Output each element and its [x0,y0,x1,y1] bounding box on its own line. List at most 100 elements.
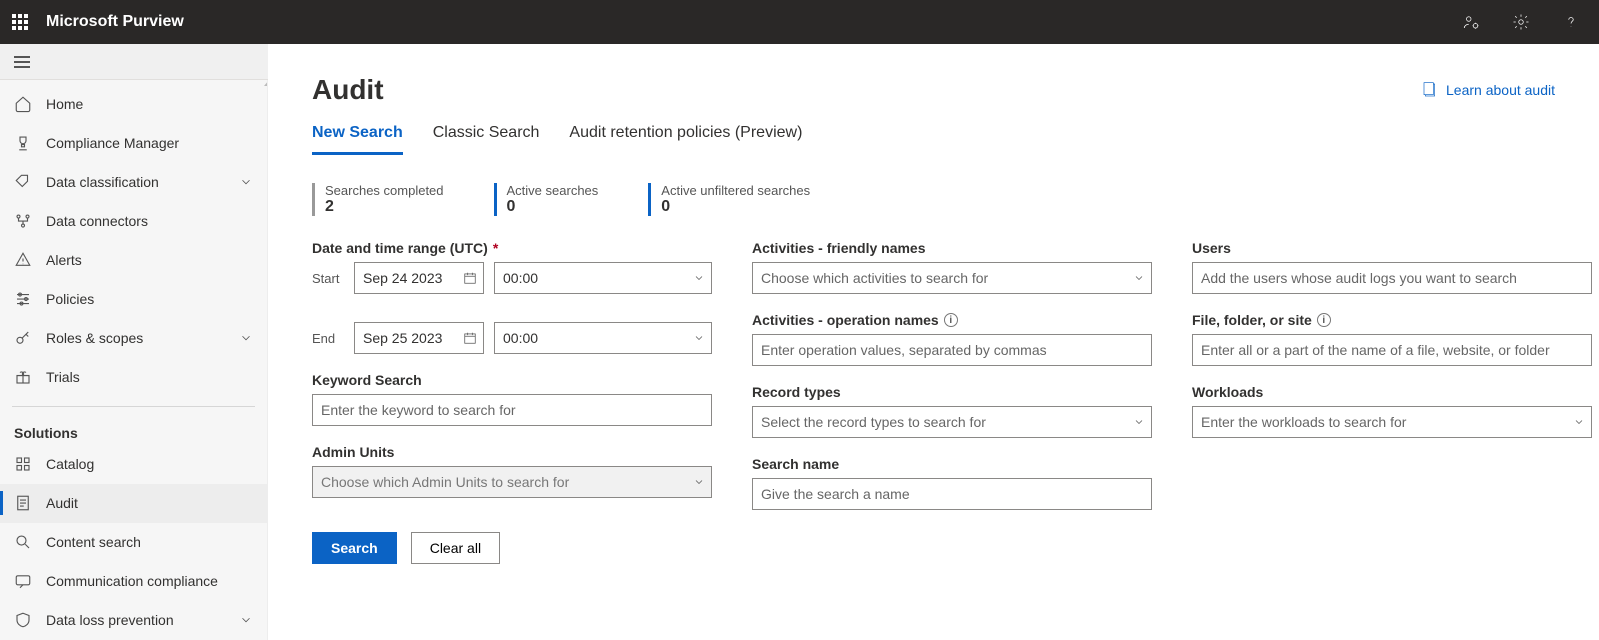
tag-icon [14,173,32,191]
tab-new-search[interactable]: New Search [312,124,403,155]
tab-audit-retention-policies[interactable]: Audit retention policies (Preview) [569,124,802,155]
home-icon [14,95,32,113]
stat-active-unfiltered-searches: Active unfiltered searches 0 [648,183,810,216]
search-button[interactable]: Search [312,532,397,564]
chevron-down-icon [239,331,253,345]
tabs: New Search Classic Search Audit retentio… [312,124,1555,155]
app-launcher-icon[interactable] [12,14,28,30]
grid-icon [14,455,32,473]
stat-value: 0 [507,198,599,216]
stat-label: Active unfiltered searches [661,183,810,198]
sliders-icon [14,290,32,308]
activities-ops-input[interactable] [752,334,1152,366]
sidebar-item-label: Home [46,96,253,112]
chevron-down-icon [1133,416,1145,428]
stat-value: 2 [325,198,444,216]
sidebar-item-audit[interactable]: Audit [0,484,267,523]
document-link-icon [1422,82,1438,98]
start-time-select[interactable]: 00:00 [494,262,712,294]
connectors-icon [14,212,32,230]
sidebar-item-label: Catalog [46,456,253,472]
topbar: Microsoft Purview [0,0,1599,44]
sidebar-item-label: Roles & scopes [46,330,225,346]
sidebar-item-alerts[interactable]: Alerts [0,240,267,279]
sidebar-hamburger-row [0,44,268,80]
learn-about-audit-link[interactable]: Learn about audit [1422,82,1555,98]
keyword-label: Keyword Search [312,372,712,388]
hamburger-icon[interactable] [14,56,30,68]
alert-icon [14,251,32,269]
chevron-down-icon [1133,272,1145,284]
keyword-input[interactable] [312,394,712,426]
learn-link-label: Learn about audit [1446,82,1555,98]
sidebar-item-label: Policies [46,291,253,307]
main-content: Audit Learn about audit New Search Class… [268,44,1599,640]
sidebar-item-data-classification[interactable]: Data classification [0,162,267,201]
admin-units-label: Admin Units [312,444,712,460]
sidebar-item-label: Content search [46,534,253,550]
date-range-label: Date and time range (UTC)* [312,240,712,256]
sidebar-item-label: Alerts [46,252,253,268]
help-icon[interactable] [1555,6,1587,38]
stat-value: 0 [661,198,810,216]
sidebar-item-catalog[interactable]: Catalog [0,445,267,484]
activities-ops-label: Activities - operation names i [752,312,1152,328]
workloads-select[interactable]: Enter the workloads to search for [1192,406,1592,438]
chevron-down-icon [693,272,705,284]
sidebar-item-data-connectors[interactable]: Data connectors [0,201,267,240]
sidebar-item-roles-scopes[interactable]: Roles & scopes [0,318,267,357]
record-types-label: Record types [752,384,1152,400]
calendar-icon [463,271,477,285]
sidebar-separator [12,406,255,407]
file-folder-input[interactable] [1192,334,1592,366]
workloads-label: Workloads [1192,384,1592,400]
chevron-down-icon [693,476,705,488]
file-folder-label: File, folder, or site i [1192,312,1592,328]
info-icon[interactable]: i [944,313,958,327]
sidebar-item-communication-compliance[interactable]: Communication compliance [0,562,267,601]
search-icon [14,533,32,551]
clear-all-button[interactable]: Clear all [411,532,500,564]
gift-icon [14,368,32,386]
end-date-input[interactable]: Sep 25 2023 [354,322,484,354]
info-icon[interactable]: i [1317,313,1331,327]
page-title: Audit [312,74,384,106]
key-icon [14,329,32,347]
stat-label: Searches completed [325,183,444,198]
chevron-down-icon [1573,416,1585,428]
trophy-icon [14,134,32,152]
sidebar-item-compliance-manager[interactable]: Compliance Manager [0,123,267,162]
stat-active-searches: Active searches 0 [494,183,599,216]
sidebar-item-label: Data classification [46,174,225,190]
sidebar-item-label: Data loss prevention [46,612,225,628]
activities-friendly-select[interactable]: Choose which activities to search for [752,262,1152,294]
chevron-down-icon [239,175,253,189]
start-label: Start [312,271,344,286]
gear-icon[interactable] [1505,6,1537,38]
end-time-select[interactable]: 00:00 [494,322,712,354]
sidebar-item-data-loss-prevention[interactable]: Data loss prevention [0,601,267,640]
start-date-input[interactable]: Sep 24 2023 [354,262,484,294]
users-input[interactable] [1192,262,1592,294]
sidebar-item-trials[interactable]: Trials [0,357,267,396]
product-title: Microsoft Purview [46,13,184,31]
record-types-select[interactable]: Select the record types to search for [752,406,1152,438]
tab-classic-search[interactable]: Classic Search [433,124,540,155]
activities-friendly-label: Activities - friendly names [752,240,1152,256]
chevron-down-icon [693,332,705,344]
document-icon [14,494,32,512]
sidebar-item-home[interactable]: Home [0,84,267,123]
sidebar-item-policies[interactable]: Policies [0,279,267,318]
sidebar: Home Compliance Manager Data classificat… [0,80,268,640]
sidebar-item-label: Compliance Manager [46,135,253,151]
users-label: Users [1192,240,1592,256]
admin-units-select[interactable]: Choose which Admin Units to search for [312,466,712,498]
search-name-label: Search name [752,456,1152,472]
chat-icon [14,572,32,590]
sidebar-item-content-search[interactable]: Content search [0,523,267,562]
people-settings-icon[interactable] [1455,6,1487,38]
shield-icon [14,611,32,629]
search-name-input[interactable] [752,478,1152,510]
stat-label: Active searches [507,183,599,198]
sidebar-item-label: Audit [46,495,253,511]
